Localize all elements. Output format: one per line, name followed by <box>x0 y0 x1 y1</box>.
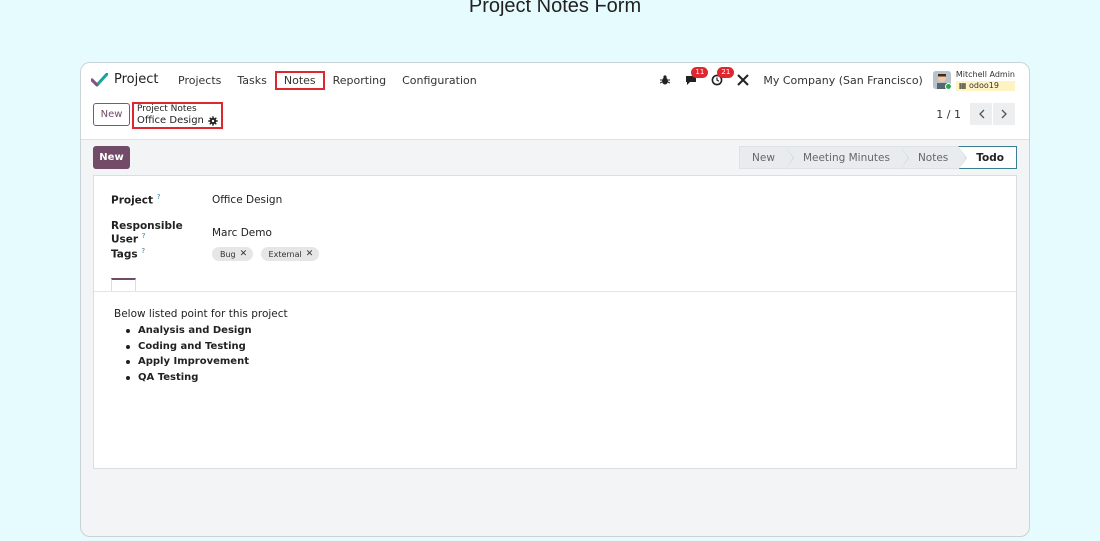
user-name: Mitchell Admin <box>955 69 1015 79</box>
form-sheet: Project ? Office Design Responsible User… <box>93 175 1017 469</box>
tag-chip: Bug ✕ <box>212 247 254 261</box>
menu-notes[interactable]: Notes <box>274 70 325 90</box>
pager: 1 / 1 <box>936 103 1015 125</box>
breadcrumb-current-label: Office Design <box>137 115 204 126</box>
remove-tag-icon[interactable]: ✕ <box>240 249 248 259</box>
notes-points-list[interactable]: Analysis and Design Coding and Testing A… <box>126 323 252 385</box>
pager-next-button[interactable] <box>993 103 1015 125</box>
list-item: Apply Improvement <box>126 354 252 370</box>
database-name: odoo19 <box>968 80 999 90</box>
control-panel: New Project Notes Office Design 1 / 1 <box>81 97 1029 140</box>
odoo-window: Project Projects Tasks Notes Reporting C… <box>80 62 1030 537</box>
breadcrumb: Project Notes Office Design <box>132 102 223 129</box>
user-avatar[interactable] <box>932 71 951 89</box>
pager-value[interactable]: 1 / 1 <box>936 108 961 121</box>
tags-value[interactable]: Bug ✕ External ✕ <box>212 247 323 261</box>
menu-projects[interactable]: Projects <box>170 72 229 89</box>
company-switcher[interactable]: My Company (San Francisco) <box>763 74 922 87</box>
online-status-dot <box>944 83 951 89</box>
list-item: Coding and Testing <box>126 339 252 355</box>
notebook-tab[interactable] <box>111 278 136 292</box>
tag-label: Bug <box>220 249 236 259</box>
responsible-user-field: Responsible User ? Marc Demo <box>111 220 272 246</box>
responsible-user-value[interactable]: Marc Demo <box>212 227 272 239</box>
menu-reporting[interactable]: Reporting <box>325 72 394 89</box>
chat-badge: 11 <box>691 67 709 78</box>
help-tooltip-icon[interactable]: ? <box>142 232 146 240</box>
project-field: Project ? Office Design <box>111 193 282 207</box>
stage-meeting-minutes[interactable]: Meeting Minutes <box>784 146 909 170</box>
menu-configuration[interactable]: Configuration <box>394 72 485 89</box>
project-label: Project ? <box>111 193 161 207</box>
remove-tag-icon[interactable]: ✕ <box>306 249 314 259</box>
bug-icon[interactable] <box>657 72 673 88</box>
systray: 11 21 My Company (San Francisco) Mitchel… <box>647 63 1015 97</box>
stage-statusbar: New Meeting Minutes Notes Todo <box>739 146 1017 170</box>
chevron-right-icon <box>1001 109 1007 119</box>
pager-previous-button[interactable] <box>970 103 992 125</box>
notes-intro-text[interactable]: Below listed point for this project <box>114 308 288 320</box>
tag-label: External <box>268 249 302 259</box>
gear-icon[interactable] <box>208 116 218 126</box>
page-heading: Project Notes Form <box>468 0 642 17</box>
responsible-user-label: Responsible User ? <box>111 220 183 246</box>
help-tooltip-icon[interactable]: ? <box>157 193 161 201</box>
menu-tasks[interactable]: Tasks <box>229 72 274 89</box>
stage-todo-label: Todo <box>976 152 1004 164</box>
list-item: Analysis and Design <box>126 323 252 339</box>
tags-field: Tags ? Bug ✕ External ✕ <box>111 247 323 261</box>
tools-icon[interactable] <box>735 72 751 88</box>
list-item: QA Testing <box>126 370 252 386</box>
tag-chip: External ✕ <box>260 247 320 261</box>
help-tooltip-icon[interactable]: ? <box>141 247 145 255</box>
breadcrumb-parent-link[interactable]: Project Notes <box>137 104 218 115</box>
app-brand[interactable]: Project <box>91 72 158 87</box>
activity-badge: 21 <box>717 67 735 78</box>
new-record-button[interactable]: New <box>93 146 130 169</box>
project-app-icon <box>91 72 108 86</box>
activity-clock-icon[interactable]: 21 <box>709 67 735 88</box>
chevron-left-icon <box>978 109 984 119</box>
main-menu: Projects Tasks Notes Reporting Configura… <box>170 63 485 97</box>
notebook-divider <box>94 291 1016 292</box>
breadcrumb-current: Office Design <box>137 115 218 127</box>
app-name: Project <box>114 72 159 87</box>
chat-icon[interactable]: 11 <box>683 67 709 88</box>
top-navbar: Project Projects Tasks Notes Reporting C… <box>81 63 1029 97</box>
project-value[interactable]: Office Design <box>212 194 282 206</box>
tags-label: Tags ? <box>111 247 146 261</box>
database-badge: ▦ odoo19 <box>955 80 1015 91</box>
stage-new[interactable]: New <box>739 146 794 170</box>
user-menu[interactable]: Mitchell Admin ▦ odoo19 <box>955 69 1015 91</box>
breadcrumb-new-button[interactable]: New <box>93 103 130 126</box>
